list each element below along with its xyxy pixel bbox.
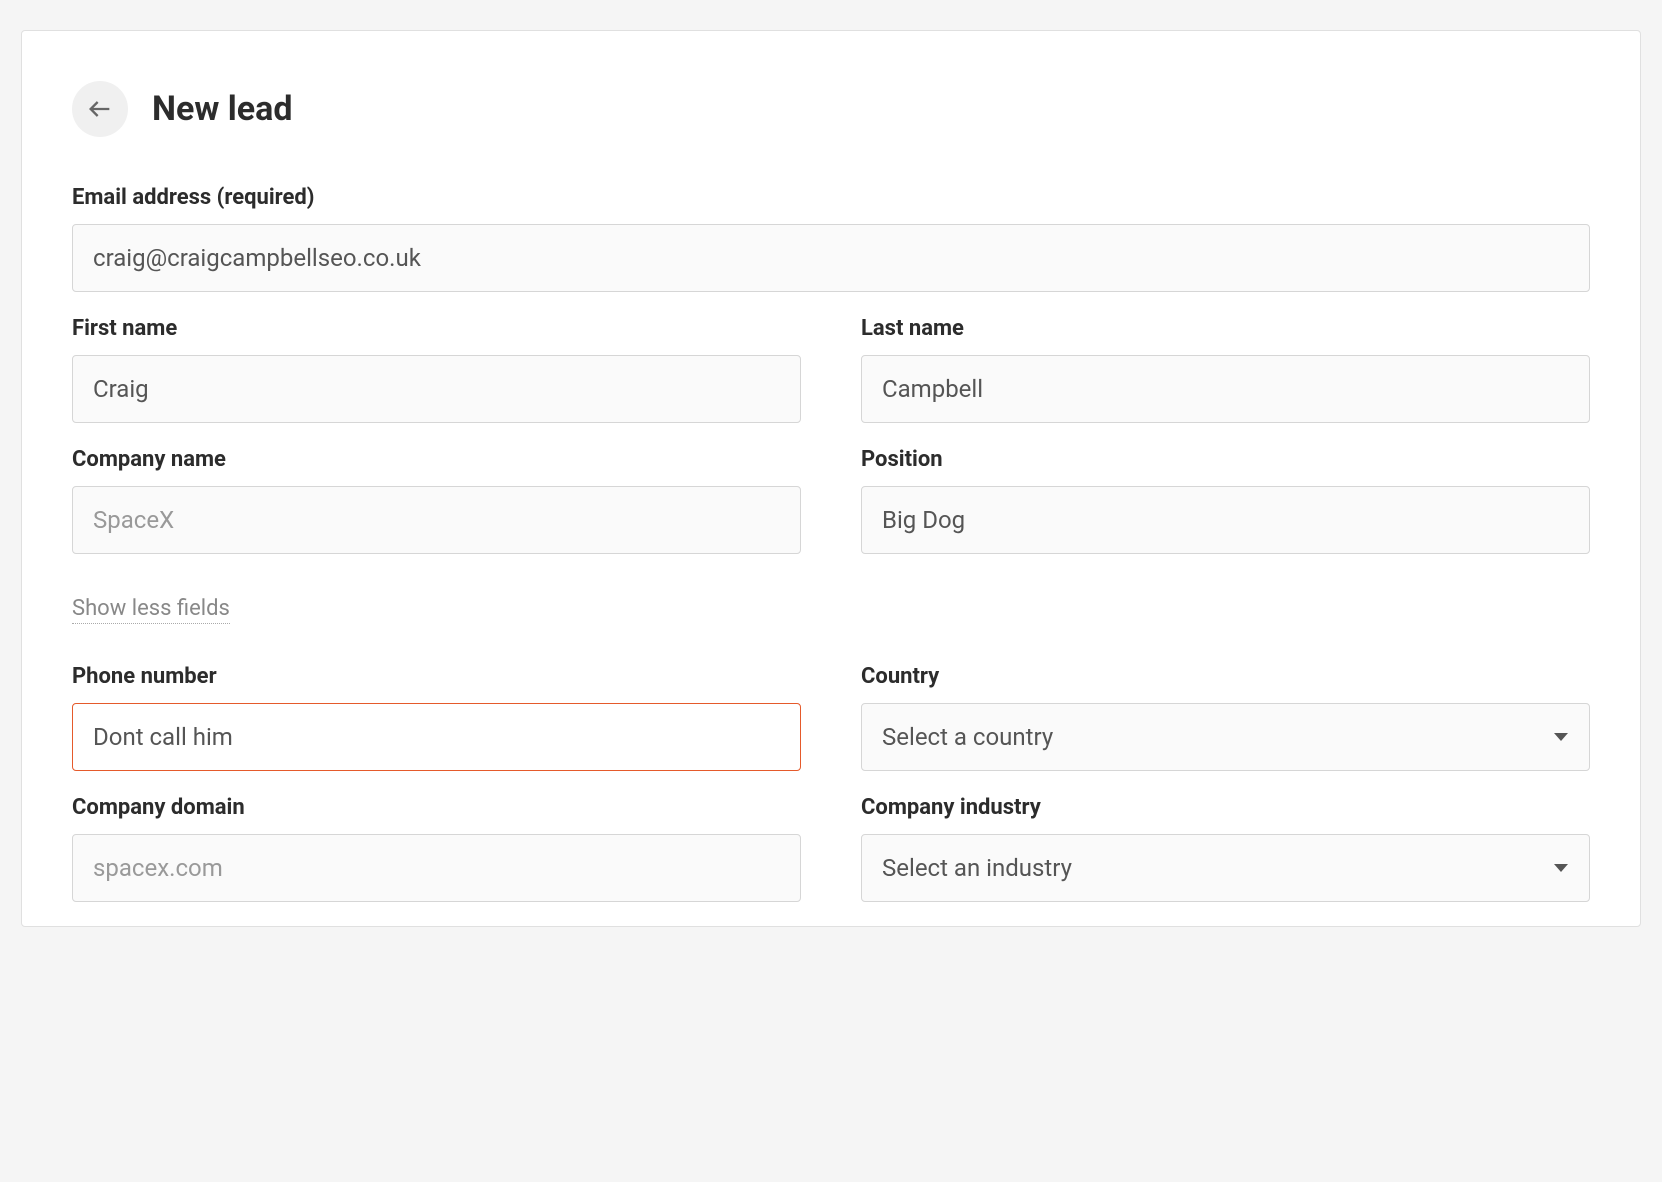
arrow-left-icon: [86, 95, 114, 123]
company-domain-field-group: Company domain: [72, 795, 801, 902]
company-industry-field-group: Company industry Select an industry: [861, 795, 1590, 902]
first-name-label: First name: [72, 316, 801, 341]
phone-input[interactable]: [72, 703, 801, 771]
back-button[interactable]: [72, 81, 128, 137]
last-name-label: Last name: [861, 316, 1590, 341]
last-name-input[interactable]: [861, 355, 1590, 423]
company-domain-label: Company domain: [72, 795, 801, 820]
country-select[interactable]: Select a country: [861, 703, 1590, 771]
phone-label: Phone number: [72, 664, 801, 689]
company-industry-label: Company industry: [861, 795, 1590, 820]
phone-field-group: Phone number: [72, 664, 801, 771]
country-field-group: Country Select a country: [861, 664, 1590, 771]
company-domain-input[interactable]: [72, 834, 801, 902]
page-title: New lead: [152, 89, 292, 129]
company-name-label: Company name: [72, 447, 801, 472]
company-name-field-group: Company name: [72, 447, 801, 554]
position-label: Position: [861, 447, 1590, 472]
company-industry-select[interactable]: Select an industry: [861, 834, 1590, 902]
position-field-group: Position: [861, 447, 1590, 554]
country-label: Country: [861, 664, 1590, 689]
email-input[interactable]: [72, 224, 1590, 292]
email-field-group: Email address (required): [72, 185, 1590, 292]
last-name-field-group: Last name: [861, 316, 1590, 423]
new-lead-card: New lead Email address (required) First …: [21, 30, 1641, 927]
first-name-field-group: First name: [72, 316, 801, 423]
page-header: New lead: [72, 81, 1590, 137]
position-input[interactable]: [861, 486, 1590, 554]
toggle-fields-link[interactable]: Show less fields: [72, 596, 230, 624]
email-label: Email address (required): [72, 185, 1590, 210]
first-name-input[interactable]: [72, 355, 801, 423]
company-name-input[interactable]: [72, 486, 801, 554]
